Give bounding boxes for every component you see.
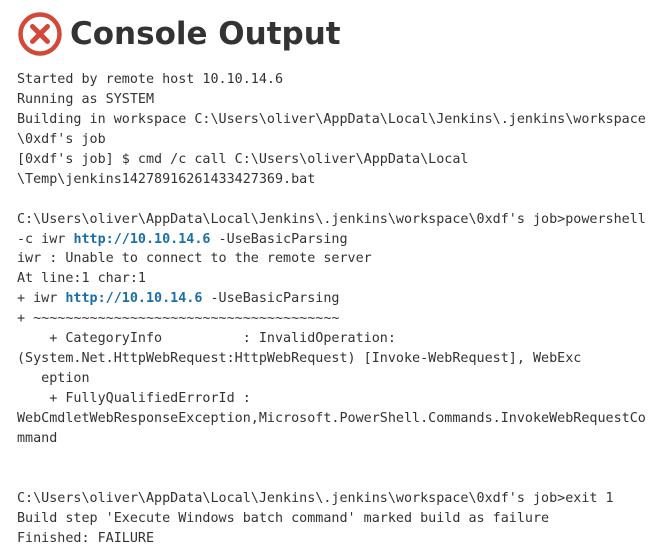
console-text: mmand (17, 430, 58, 446)
console-text: Building in workspace C:\Users\oliver\Ap… (17, 111, 646, 127)
console-text: -c iwr (17, 231, 74, 247)
console-line: \Temp\jenkins14278916261433427369.bat (17, 170, 658, 190)
console-text: Started by remote host 10.10.14.6 (17, 72, 284, 87)
console-line: Build step 'Execute Windows batch comman… (17, 509, 658, 529)
console-line: WebCmdletWebResponseException,Microsoft.… (17, 409, 658, 429)
failure-icon (18, 12, 62, 56)
console-line: At line:1 char:1 (17, 269, 658, 289)
console-line: mmand (17, 429, 658, 449)
console-link[interactable]: http://10.10.14.6 (73, 232, 210, 247)
console-text: (System.Net.HttpWebRequest:HttpWebReques… (17, 351, 582, 367)
console-text: -UseBasicParsing (210, 231, 348, 247)
console-line: -c iwr http://10.10.14.6 -UseBasicParsin… (17, 230, 658, 250)
console-text: + FullyQualifiedErrorId : (17, 391, 251, 406)
console-line: (System.Net.HttpWebRequest:HttpWebReques… (17, 349, 658, 369)
console-line: + iwr http://10.10.14.6 -UseBasicParsing (17, 289, 658, 309)
console-text: Finished: FAILURE (17, 530, 155, 546)
console-line: + ~~~~~~~~~~~~~~~~~~~~~~~~~~~~~~~~~~~~~~ (17, 309, 658, 329)
console-line: Building in workspace C:\Users\oliver\Ap… (17, 110, 658, 130)
console-line: C:\Users\oliver\AppData\Local\Jenkins\.j… (17, 489, 658, 509)
console-text: [0xdf's job] $ cmd /c call C:\Users\oliv… (17, 151, 469, 167)
console-text: Running as SYSTEM (17, 91, 155, 107)
console-line: eption (17, 369, 658, 389)
console-text: -UseBasicParsing (202, 291, 340, 307)
console-link[interactable]: http://10.10.14.6 (65, 291, 202, 306)
console-text: eption (17, 371, 90, 387)
console-line: + FullyQualifiedErrorId : (17, 389, 658, 409)
console-text: + CategoryInfo : InvalidOperation: (17, 331, 396, 347)
console-text: + ~~~~~~~~~~~~~~~~~~~~~~~~~~~~~~~~~~~~~~ (17, 311, 340, 327)
page-header: Console Output (17, 12, 658, 56)
console-log: Started by remote host 10.10.14.6 Running… (17, 70, 658, 549)
console-line: C:\Users\oliver\AppData\Local\Jenkins\.j… (17, 210, 658, 230)
console-line: iwr : Unable to connect to the remote se… (17, 249, 658, 269)
console-text: \Temp\jenkins14278916261433427369.bat (17, 171, 316, 187)
console-line: Running as SYSTEM (17, 90, 658, 110)
console-text: At line:1 char:1 (17, 271, 146, 287)
console-line: [0xdf's job] $ cmd /c call C:\Users\oliv… (17, 150, 658, 170)
console-text: C:\Users\oliver\AppData\Local\Jenkins\.j… (17, 211, 646, 227)
console-output-page: Console Output Started by remote host 10… (0, 0, 658, 558)
console-line: Finished: FAILURE (17, 529, 658, 549)
console-line: Started by remote host 10.10.14.6 (17, 70, 658, 90)
console-text: \0xdf's job (17, 131, 106, 147)
page-title: Console Output (70, 16, 341, 52)
console-text: Build step 'Execute Windows batch comman… (17, 510, 550, 526)
console-line: + CategoryInfo : InvalidOperation: (17, 329, 658, 349)
console-text: + iwr (17, 291, 66, 307)
console-text: WebCmdletWebResponseException,Microsoft.… (17, 410, 646, 426)
console-text: iwr : Unable to connect to the remote se… (17, 251, 372, 267)
console-line: \0xdf's job (17, 130, 658, 150)
console-text: C:\Users\oliver\AppData\Local\Jenkins\.j… (17, 490, 614, 506)
